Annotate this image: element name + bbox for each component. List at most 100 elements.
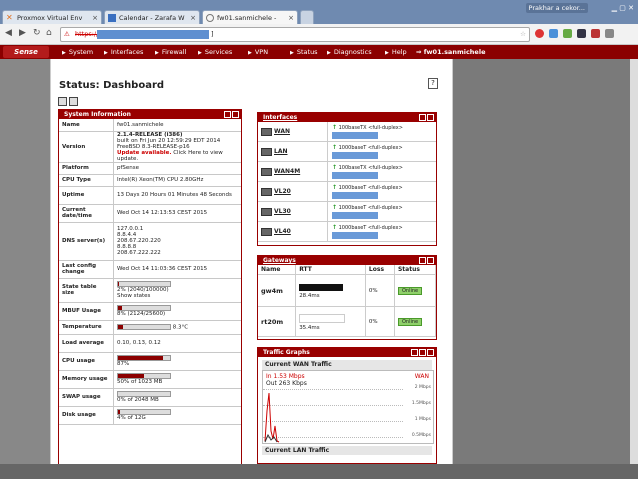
media-text: 1000baseT <full-duplex> [338,185,403,191]
interfaces-widget: Interfaces WAN ↑ 100baseTX <full-duplex> L… [257,112,437,246]
adblock-icon[interactable] [535,29,544,38]
forward-icon[interactable]: ▶ [19,28,26,38]
close-icon[interactable]: × [288,11,294,24]
interface-name-link[interactable]: LAN [274,148,288,155]
tab-proxmox[interactable]: ✕ Proxmox Virtual Env × [2,10,102,24]
browser-window: ✕ Proxmox Virtual Env × Calendar - Zaraf… [0,0,638,479]
dns-line: 208.67.222.222 [117,250,161,256]
row-value: Wed Oct 14 11:03:36 CEST 2015 [113,260,241,279]
close-widget-icon[interactable] [427,349,434,356]
build-text: built on Fri Jun 20 12:59:29 EDT 2014 [117,137,221,144]
media-text: 1000baseT <full-duplex> [338,225,403,231]
menu-label: Services [204,48,233,56]
pfsense-logo[interactable]: Sense [3,46,49,58]
table-row: Temperature 8.3°C [59,320,241,335]
system-info-widget: System Information Name fw01.sanmichele V… [58,109,242,465]
page-title: Status: Dashboard [59,80,165,91]
minimize-widget-icon[interactable] [419,257,426,264]
menu-interfaces[interactable]: ▶ Interfaces [104,45,143,60]
bar-fill [118,373,144,378]
table-header-row: Name RTT Loss Status [258,265,436,275]
interface-name-link[interactable]: WAN4M [274,168,300,175]
y-label: 1.5Mbps [411,401,431,406]
table-row: Version 2.1.4-RELEASE (i386) built on Fr… [59,131,241,163]
gateway-loss: 0% [365,274,395,307]
in-traffic-line [264,392,280,443]
interface-status: ↑ 1000baseT <full-duplex> [332,224,403,231]
interface-row: VL20 ↑ 1000baseT <full-duplex> [258,182,436,202]
gateway-rtt: 28.4ms [299,293,320,299]
link-up-icon: ↑ [332,224,338,231]
lastpass-icon[interactable] [576,29,586,38]
traffic-lines [264,392,280,443]
row-key: Uptime [59,186,114,205]
wan-traffic-graph: In 1.53 Mbps Out 263 Kbps WAN 2 Mbps 1.5… [262,370,434,444]
home-icon[interactable]: ⌂ [46,28,52,38]
window-controls[interactable]: ▁ ▢ ✕ [612,4,634,12]
menu-vpn[interactable]: ▶ VPN [248,45,268,60]
minimize-widget-icon[interactable] [419,114,426,121]
row-key: Platform [59,162,114,175]
temperature-text: 8.3°C [172,324,189,331]
close-icon[interactable]: × [190,11,196,24]
help-button[interactable]: ? [428,78,438,89]
menu-firewall[interactable]: ▶ Firewall [155,45,186,60]
redacted-address [299,314,346,323]
scrollbar[interactable] [630,59,638,464]
menu-services[interactable]: ▶ Services [198,45,232,60]
menu-icon[interactable] [604,29,614,38]
row-key: Load average [59,334,114,353]
gateway-name: rt20m [258,306,297,337]
interface-name-link[interactable]: WAN [274,128,290,135]
close-window-icon[interactable]: ✕ [628,4,634,12]
menu-system[interactable]: ▶ System [62,45,93,60]
graph-header: Current WAN Traffic [262,360,432,370]
row-value: 87% [113,352,241,371]
puzzle-icon[interactable] [562,29,572,38]
new-tab-button[interactable] [300,10,314,24]
close-widget-icon[interactable] [232,111,239,118]
add-widget-icon[interactable] [58,97,67,106]
graph-interface-label: WAN [414,373,429,380]
interfaces-list: WAN ↑ 100baseTX <full-duplex> LAN ↑ 1000bas… [258,122,436,242]
pocket-icon[interactable] [590,29,600,38]
table-row: CPU Type Intel(R) Xeon(TM) CPU 2.80GHz [59,174,241,187]
minimize-widget-icon[interactable] [419,349,426,356]
minimize-widget-icon[interactable] [224,111,231,118]
menu-diagnostics[interactable]: ▶ Diagnostics [327,45,372,60]
interface-name-link[interactable]: VL30 [274,208,291,215]
close-icon[interactable]: × [92,11,98,24]
close-widget-icon[interactable] [427,257,434,264]
row-value: pfSense [113,162,241,175]
gateway-rtt-cell: 28.4ms [295,274,366,307]
column-divider [327,202,328,221]
memory-text: 50% of 1023 MB [117,379,163,386]
menu-help[interactable]: ▶ Help [385,45,407,60]
reload-icon[interactable]: ↻ [33,28,41,38]
firewall-hostname: ⇒ fw01.sanmichele [416,48,486,56]
widget-header: System Information [59,110,241,119]
interface-status: ↑ 1000baseT <full-duplex> [332,184,403,191]
bookmark-star-icon[interactable]: ☆ [520,28,526,41]
disk-bar [117,408,171,415]
row-value: 13 Days 20 Hours 01 Minutes 48 Seconds [113,186,241,205]
close-widget-icon[interactable] [427,114,434,121]
menu-status[interactable]: ▶ Status [290,45,318,60]
save-layout-icon[interactable] [69,97,78,106]
row-key: Memory usage [59,370,114,389]
extension-icon[interactable] [548,29,558,38]
menu-label: System [68,48,94,56]
interface-name-link[interactable]: VL40 [274,228,291,235]
interface-name-link[interactable]: VL20 [274,188,291,195]
show-states-link[interactable]: Show states [117,293,238,299]
tab-calendar[interactable]: Calendar - Zarafa W × [104,10,200,24]
status-badge: Online [397,317,423,326]
maximize-icon[interactable]: ▢ [619,4,626,12]
minimize-icon[interactable]: ▁ [612,4,617,12]
back-icon[interactable]: ◀ [5,28,12,38]
tab-pfsense[interactable]: fw01.sanmichele - × [202,10,298,24]
table-row: MBUF Usage 8% (2124/25600) [59,302,241,321]
profile-name[interactable]: Prakhar a cekor... [525,3,588,13]
options-widget-icon[interactable] [411,349,418,356]
address-bar[interactable]: ⚠ https:// ] ☆ [60,27,530,42]
